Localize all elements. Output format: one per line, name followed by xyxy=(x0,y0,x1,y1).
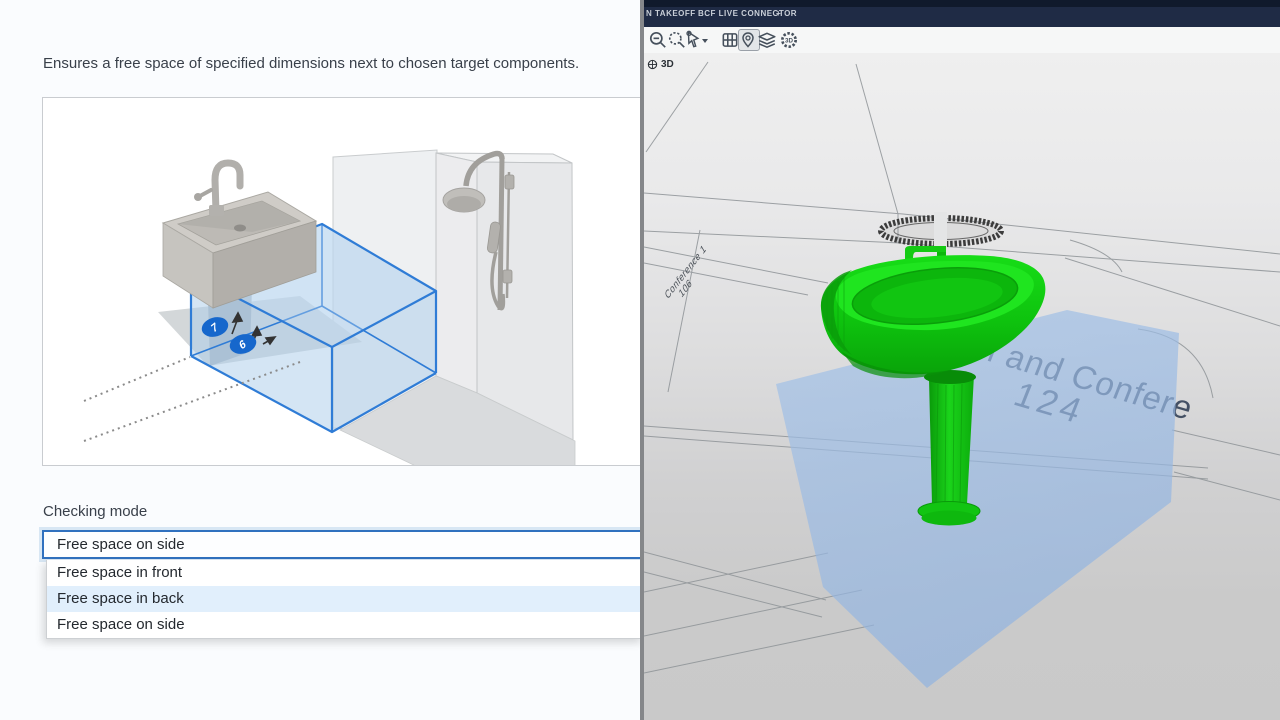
model-overlay xyxy=(644,53,1280,720)
zoom-out-button[interactable] xyxy=(648,30,668,50)
section-box-icon xyxy=(720,30,740,50)
view-chip-label: 3D xyxy=(661,59,674,70)
option-free-space-in-back[interactable]: Free space in back xyxy=(47,586,640,612)
section-box-button[interactable] xyxy=(720,30,740,50)
pick-tool-dropdown[interactable] xyxy=(701,30,709,50)
checking-mode-select[interactable]: Free space on side xyxy=(42,530,640,559)
option-free-space-on-side[interactable]: Free space on side xyxy=(47,612,640,638)
bim-viewer-pane: N TAKEOFF BCF LIVE CONNECTOR + xyxy=(644,0,1280,720)
location-pin-icon xyxy=(739,30,757,50)
view-mode-chip[interactable]: 3D xyxy=(647,59,674,70)
option-free-space-in-front[interactable]: Free space in front xyxy=(47,560,640,586)
settings-3d-button[interactable]: 3D xyxy=(779,30,799,50)
navbar-top-strip xyxy=(644,0,1280,7)
settings-3d-gear-icon: 3D xyxy=(779,30,799,50)
viewer-navbar: N TAKEOFF BCF LIVE CONNECTOR + xyxy=(644,0,1280,27)
gear-3d-label: 3D xyxy=(785,37,793,44)
viewer-toolbar: 3D xyxy=(644,27,1280,54)
rule-description: Ensures a free space of specified dimens… xyxy=(43,55,633,72)
zoom-out-icon xyxy=(648,30,668,50)
rule-settings-pane: Ensures a free space of specified dimens… xyxy=(0,0,640,720)
layers-button[interactable] xyxy=(757,30,777,50)
tab-bcf-live-connector[interactable]: BCF LIVE CONNECTOR xyxy=(698,9,797,18)
checking-mode-label: Checking mode xyxy=(43,503,147,520)
tab-add[interactable]: + xyxy=(776,9,781,18)
chevron-down-icon xyxy=(701,30,709,50)
rule-illustration-image: 7 6 xyxy=(42,97,640,465)
free-space-volume[interactable] xyxy=(776,310,1179,688)
viewport-3d[interactable]: Conference 1 106 n and Confere 124 xyxy=(644,53,1280,720)
tab-takeoff[interactable]: N TAKEOFF xyxy=(646,9,696,18)
checking-mode-dropdown: Free space in front Free space in back F… xyxy=(46,560,640,639)
axis-globe-icon xyxy=(647,59,658,70)
layers-icon xyxy=(757,30,777,50)
